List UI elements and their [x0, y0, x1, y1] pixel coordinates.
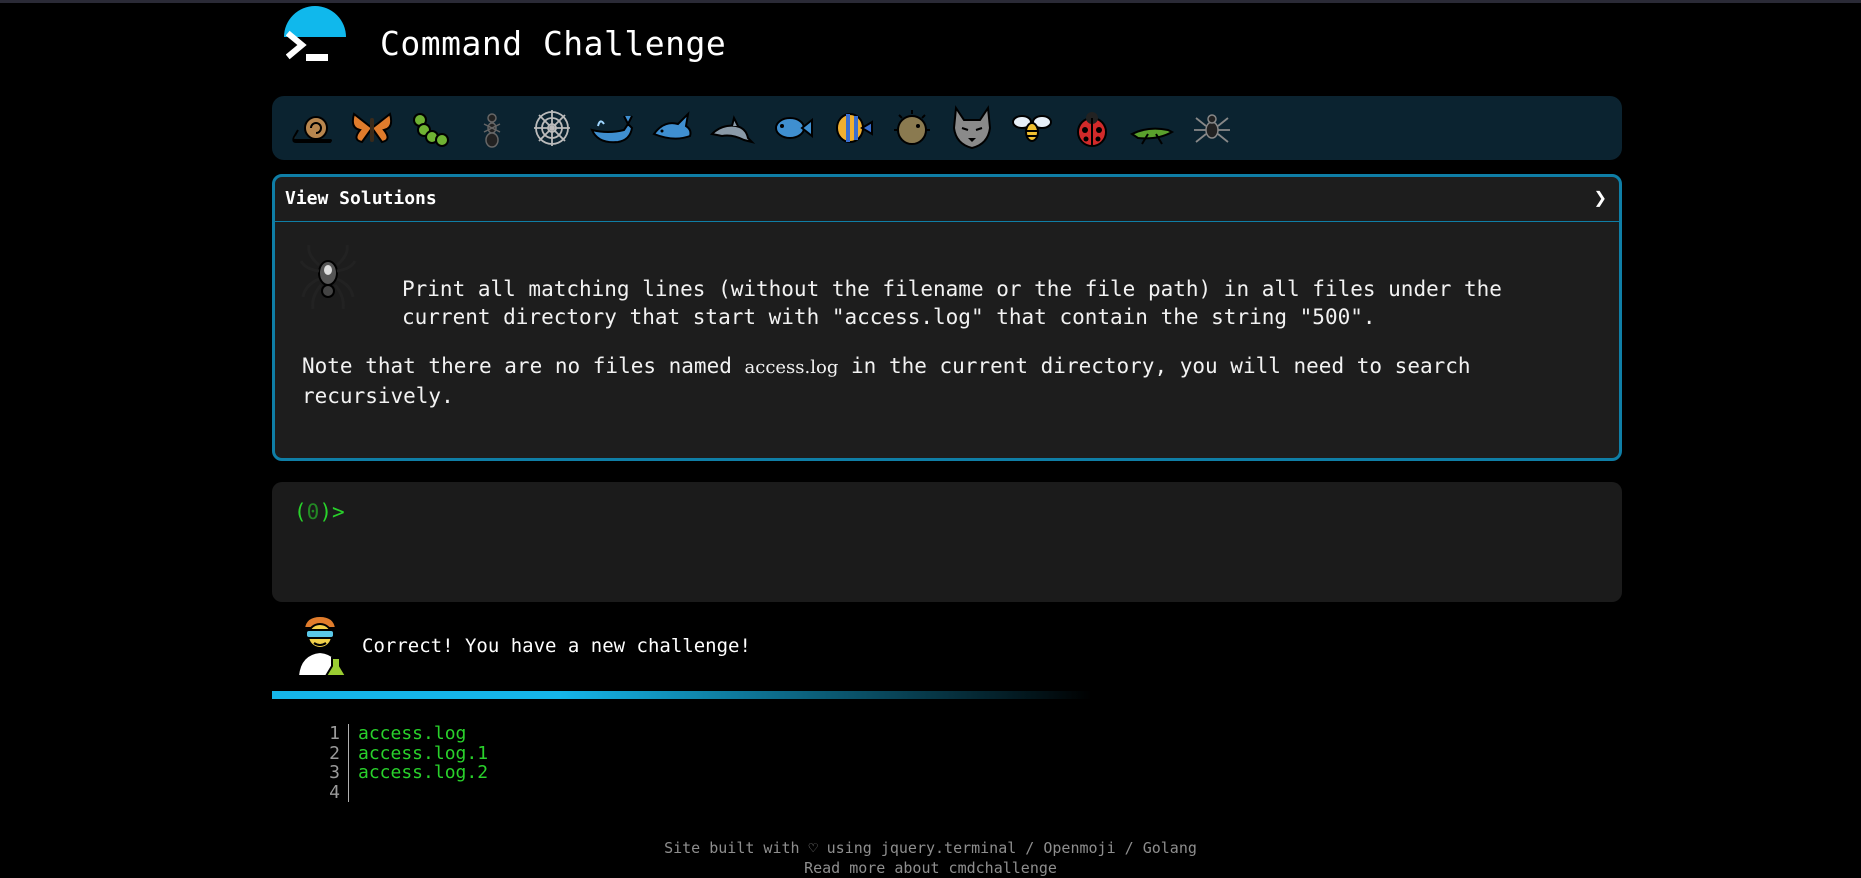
line-text: access.log.2 — [358, 762, 489, 783]
spider-web-icon[interactable] — [522, 101, 582, 155]
spider-icon[interactable] — [1182, 101, 1242, 155]
ladybug-icon[interactable] — [1062, 101, 1122, 155]
chevron-right-icon[interactable]: ❯ — [1594, 186, 1607, 211]
listing-line: 4 — [300, 782, 488, 803]
footer-credits[interactable]: Site built with ♡ using jquery.terminal … — [0, 838, 1861, 858]
line-number: 3 — [300, 763, 349, 783]
note-filename: access.log — [744, 357, 839, 378]
line-number: 1 — [300, 724, 349, 744]
fish-icon[interactable] — [762, 101, 822, 155]
butterfly-icon[interactable] — [342, 101, 402, 155]
line-text: access.log — [358, 723, 467, 744]
snail-icon[interactable] — [282, 101, 342, 155]
status-message: Correct! You have a new challenge! — [362, 635, 751, 657]
wolf-icon[interactable] — [942, 101, 1002, 155]
cricket-icon[interactable] — [1122, 101, 1182, 155]
challenge-description: Print all matching lines (without the fi… — [402, 277, 1502, 329]
challenge-emoji-bar — [272, 96, 1622, 160]
bee-icon[interactable] — [1002, 101, 1062, 155]
challenge-panel: View Solutions ❯ Print all matching line… — [272, 174, 1622, 461]
ant-icon[interactable] — [462, 101, 522, 155]
note-text-before: Note that there are no files named — [302, 354, 745, 378]
spider-icon — [299, 244, 357, 310]
listing-line: 1 access.log — [300, 724, 488, 744]
listing-line: 2 access.log.1 — [300, 742, 489, 764]
line-text: access.log.1 — [358, 742, 489, 764]
site-title[interactable]: Command Challenge — [380, 24, 726, 63]
output-listing: 1 access.log 2 access.log.1 3 access.log.2 … — [300, 724, 488, 802]
whale-icon[interactable] — [582, 101, 642, 155]
tropical-fish-icon[interactable] — [822, 101, 882, 155]
scientist-icon — [296, 614, 348, 677]
terminal-prompt[interactable]: (0)> — [294, 500, 345, 524]
prompt-open: ( — [294, 500, 307, 524]
terminal[interactable]: (0)> — [272, 482, 1622, 602]
line-number: 4 — [300, 782, 349, 802]
view-solutions-toggle[interactable]: View Solutions ❯ — [275, 177, 1619, 222]
challenge-note: Note that there are no files named acces… — [302, 352, 1592, 410]
listing-line: 3 access.log.2 — [300, 763, 488, 783]
prompt-count: 0 — [306, 500, 320, 524]
terminal-prompt-icon[interactable] — [286, 30, 334, 66]
shark-icon[interactable] — [642, 101, 702, 155]
footer-read-more[interactable]: Read more about cmdchallenge — [0, 858, 1861, 878]
caterpillar-icon[interactable] — [402, 101, 462, 155]
line-text — [349, 783, 358, 803]
dolphin-icon[interactable] — [702, 101, 762, 155]
site-footer: Site built with ♡ using jquery.terminal … — [0, 838, 1861, 878]
prompt-close: )> — [319, 500, 345, 524]
blowfish-icon[interactable] — [882, 101, 942, 155]
site-header: Command Challenge — [272, 0, 1622, 92]
line-number: 2 — [300, 743, 349, 763]
progress-bar — [272, 691, 1092, 699]
view-solutions-label[interactable]: View Solutions — [285, 188, 437, 209]
